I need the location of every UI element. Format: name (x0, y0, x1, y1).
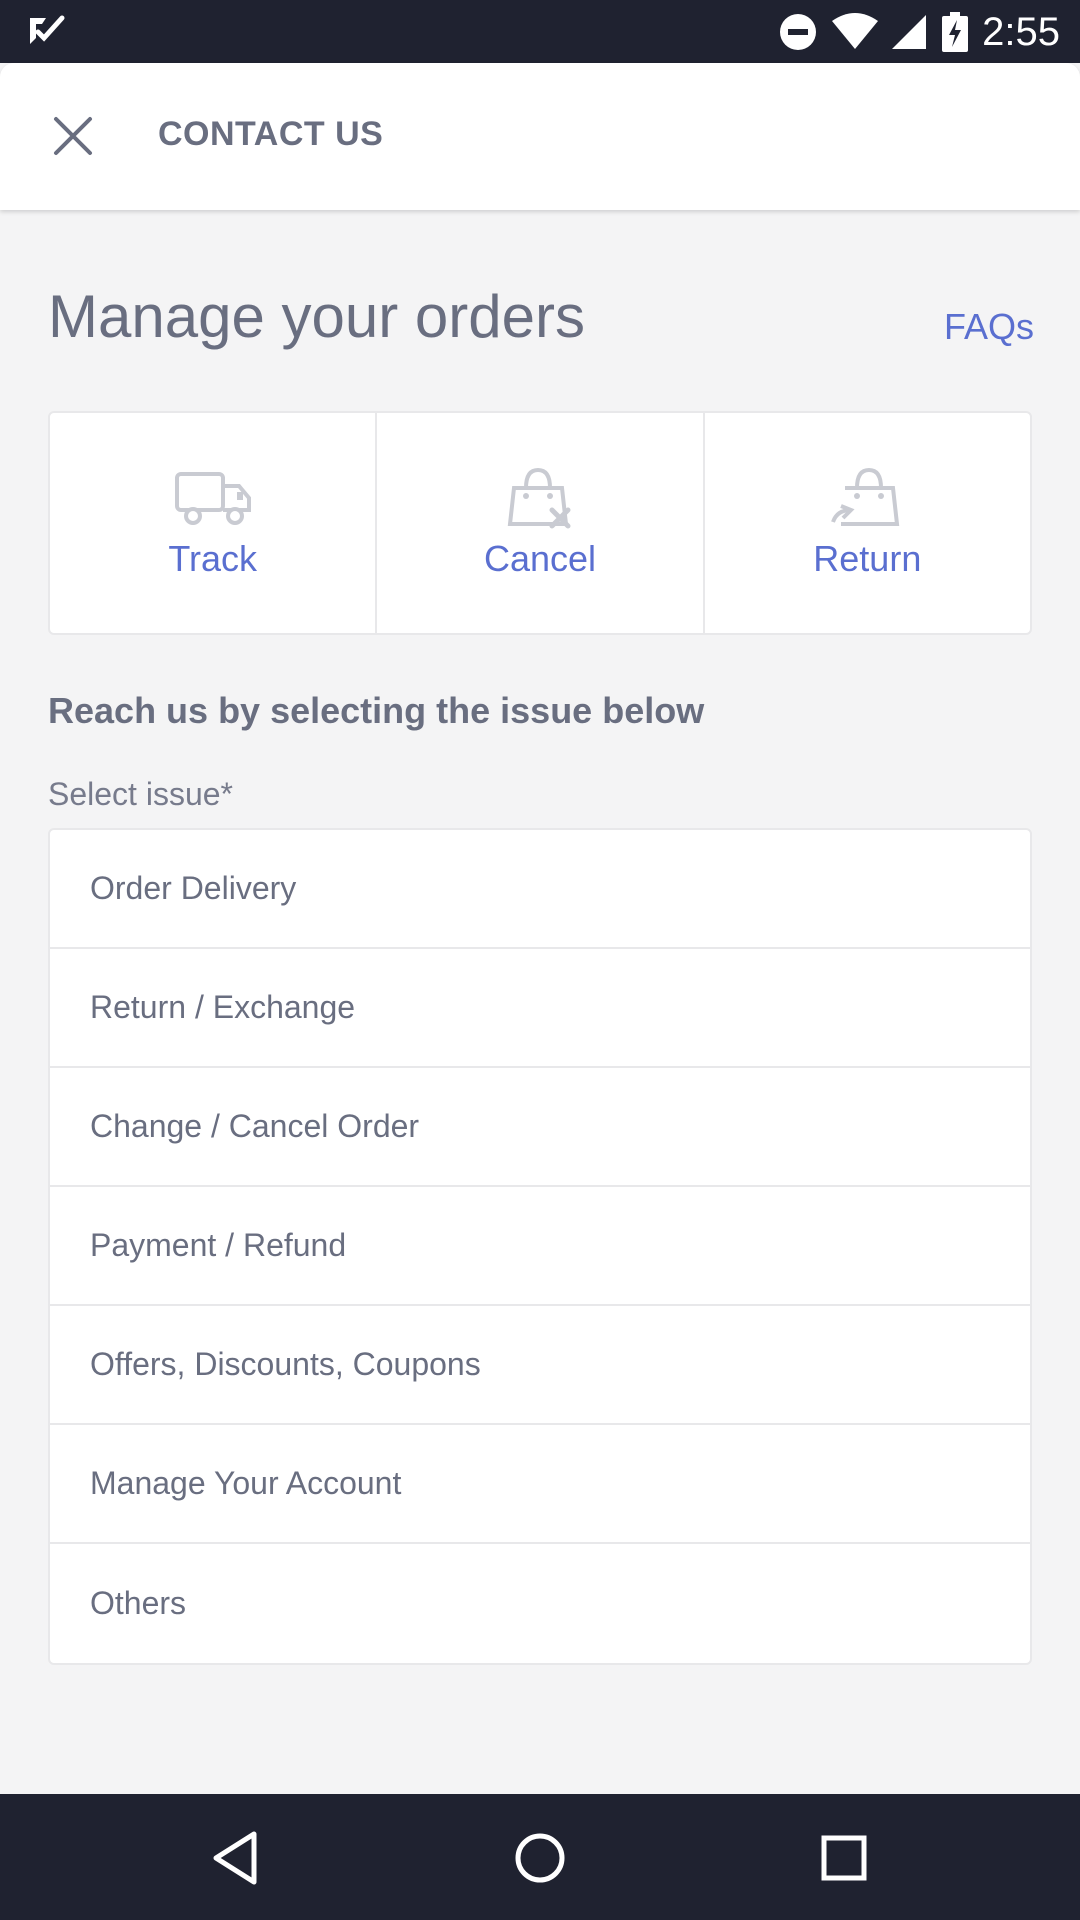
track-label: Track (168, 538, 257, 579)
track-button[interactable]: Track (50, 413, 378, 633)
order-actions: Track Cancel Return (48, 411, 1032, 635)
faqs-link[interactable]: FAQs (944, 306, 1034, 348)
cancel-button[interactable]: Cancel (377, 413, 705, 633)
cellular-signal-icon (892, 15, 927, 49)
select-issue-label: Select issue* (48, 776, 233, 812)
return-button[interactable]: Return (705, 413, 1030, 633)
do-not-disturb-icon (780, 14, 817, 50)
issue-order-delivery[interactable]: Order Delivery (50, 830, 1030, 949)
app-check-icon (30, 15, 65, 44)
reach-us-heading: Reach us by selecting the issue below (48, 690, 705, 731)
truck-icon (174, 472, 251, 525)
issue-others[interactable]: Others (50, 1544, 1030, 1663)
recents-icon[interactable] (812, 1826, 876, 1890)
bag-cancel-icon (507, 467, 571, 529)
return-label: Return (813, 538, 922, 579)
issue-manage-account[interactable]: Manage Your Account (50, 1425, 1030, 1544)
wifi-icon (832, 13, 879, 49)
issue-offers-discounts-coupons[interactable]: Offers, Discounts, Coupons (50, 1306, 1030, 1425)
issue-payment-refund[interactable]: Payment / Refund (50, 1187, 1030, 1306)
issue-change-cancel-order[interactable]: Change / Cancel Order (50, 1068, 1030, 1187)
status-time: 2:55 (982, 9, 1060, 54)
page-title: Manage your orders (48, 283, 585, 350)
app-header: CONTACT US (0, 63, 1080, 210)
bag-return-icon (831, 467, 900, 526)
issue-return-exchange[interactable]: Return / Exchange (50, 949, 1030, 1068)
battery-charging-icon (942, 12, 969, 52)
header-title: CONTACT US (158, 115, 384, 153)
home-icon[interactable] (508, 1826, 572, 1890)
status-bar: 2:55 (0, 0, 1080, 63)
cancel-label: Cancel (483, 538, 597, 579)
back-icon[interactable] (204, 1826, 268, 1890)
close-icon[interactable] (46, 109, 100, 163)
issue-list: Order Delivery Return / Exchange Change … (48, 828, 1032, 1665)
system-nav-bar (0, 1794, 1080, 1920)
